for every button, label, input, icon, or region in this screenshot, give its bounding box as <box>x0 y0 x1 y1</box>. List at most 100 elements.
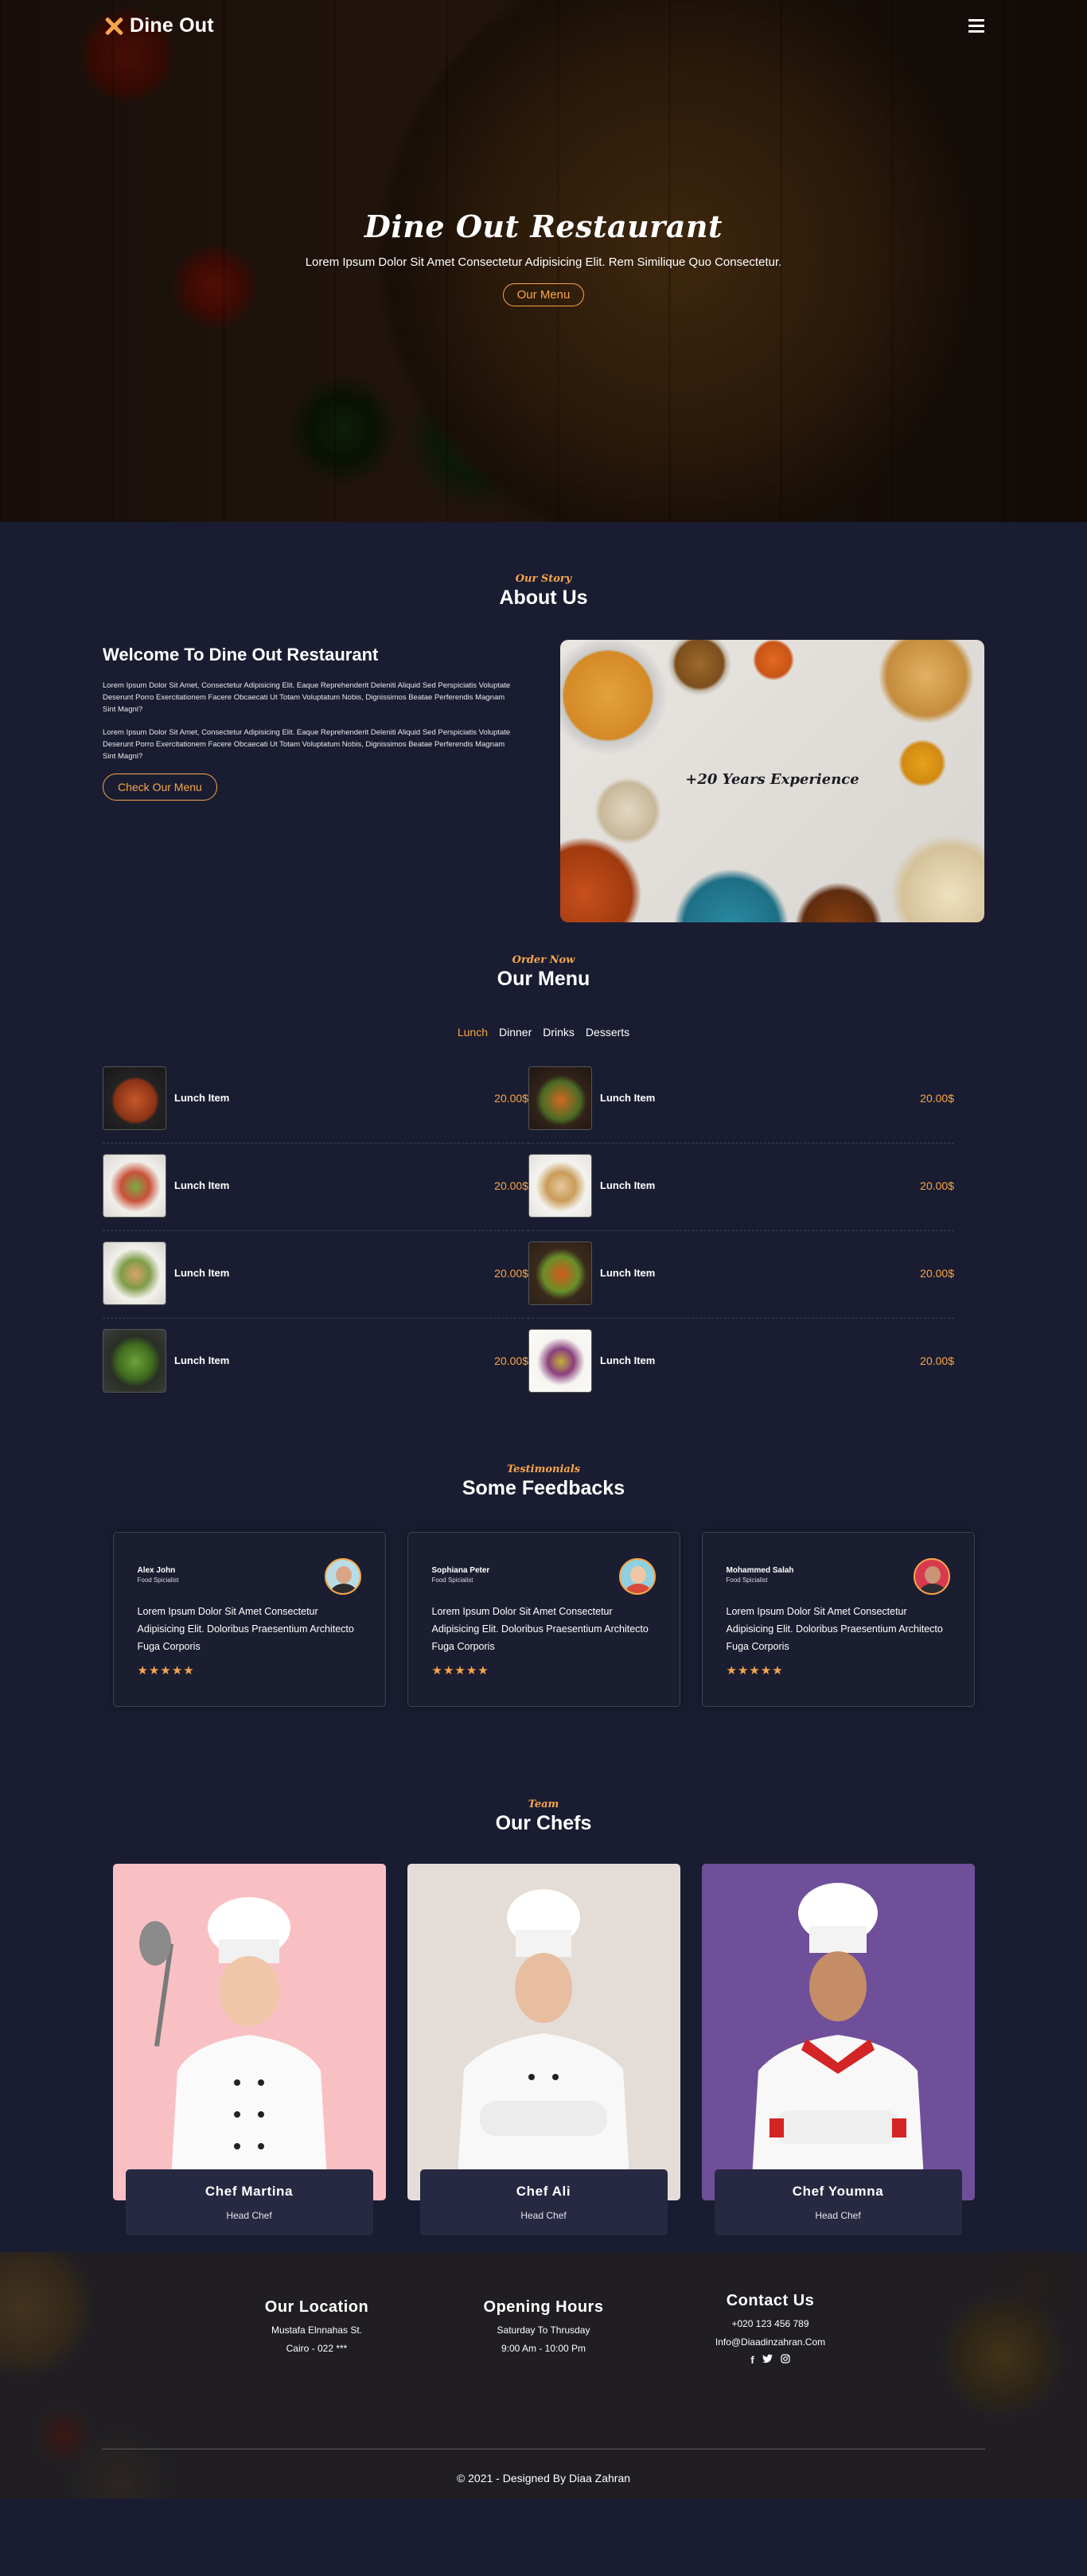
footer-hours: Opening Hours Saturday To Thrusday 9:00 … <box>440 2298 647 2366</box>
testimonial-card: Mohammed Salah Food Spicialist Lorem Ips… <box>701 1532 975 1707</box>
our-menu-button[interactable]: Our Menu <box>502 283 585 306</box>
contact-email[interactable]: Info@Diaadinzahran.Com <box>667 2336 874 2348</box>
chef-caption: Chef Ali Head Chef <box>419 2169 668 2235</box>
footer-contact: Contact Us +020 123 456 789 Info@Diaadin… <box>667 2292 874 2366</box>
contact-phone[interactable]: +020 123 456 789 <box>667 2318 874 2329</box>
avatar <box>913 1558 950 1595</box>
brand-logo[interactable]: Dine Out <box>103 14 214 37</box>
menu-item-name: Lunch Item <box>600 1179 656 1191</box>
section-kicker: Team <box>528 1799 559 1810</box>
twitter-icon[interactable] <box>762 2354 773 2366</box>
copyright: © 2021 - Designed By Diaa Zahran <box>456 2472 631 2484</box>
avatar <box>324 1558 361 1595</box>
hero-section: Dine Out Dine Out Restaurant Lorem Ipsum… <box>0 0 1087 522</box>
chef-card: Chef Youmna Head Chef <box>701 1864 975 2235</box>
chef-card: Chef Martina Head Chef <box>112 1864 386 2235</box>
chef-caption: Chef Martina Head Chef <box>125 2169 373 2235</box>
menu-item-name: Lunch Item <box>600 1354 656 1366</box>
facebook-icon[interactable]: f <box>750 2354 754 2366</box>
footer-heading: Opening Hours <box>483 2298 604 2316</box>
chef-photo <box>701 1864 975 2200</box>
star-rating: ★★★★★ <box>726 1664 784 1678</box>
check-menu-button[interactable]: Check Our Menu <box>103 774 217 801</box>
brand-name: Dine Out <box>130 14 214 37</box>
food-thumbnail <box>528 1329 592 1393</box>
about-heading: Welcome To Dine Out Restaurant <box>103 645 379 664</box>
food-thumbnail <box>103 1241 166 1305</box>
footer: Our Location Mustafa Elnnahas St. Cairo … <box>0 2252 1087 2499</box>
section-kicker: Our Story <box>515 573 572 585</box>
chef-photo <box>112 1864 386 2200</box>
menu-item[interactable]: Lunch Item 20.00$ <box>103 1328 528 1416</box>
section-kicker: Order Now <box>512 954 575 966</box>
menu-item[interactable]: Lunch Item 20.00$ <box>103 1153 528 1241</box>
menu-item-price: 20.00$ <box>920 1092 954 1105</box>
about-section: Our Story About Us Welcome To Dine Out R… <box>0 522 1087 954</box>
navbar: Dine Out <box>103 14 984 38</box>
menu-section: Order Now Our Menu Lunch Dinner Drinks D… <box>0 954 1087 1463</box>
utensils-icon <box>103 15 125 37</box>
testimonial-text: Lorem Ipsum Dolor Sit Amet Consectetur A… <box>137 1606 354 1652</box>
chef-name: Chef Ali <box>516 2184 571 2199</box>
testimonial-text: Lorem Ipsum Dolor Sit Amet Consectetur A… <box>431 1606 649 1652</box>
menu-item-price: 20.00$ <box>920 1267 954 1280</box>
menu-item[interactable]: Lunch Item 20.00$ <box>103 1066 528 1153</box>
menu-item[interactable]: Lunch Item 20.00$ <box>528 1153 954 1241</box>
menu-item[interactable]: Lunch Item 20.00$ <box>528 1328 954 1416</box>
menu-item[interactable]: Lunch Item 20.00$ <box>528 1241 954 1328</box>
menu-item-name: Lunch Item <box>174 1092 230 1104</box>
chef-photo <box>407 1864 680 2200</box>
menu-item-name: Lunch Item <box>174 1354 230 1366</box>
testimonial-card: Sophiana Peter Food Spicialist Lorem Ips… <box>407 1532 680 1707</box>
menu-tabs: Lunch Dinner Drinks Desserts <box>103 1026 984 1039</box>
menu-item[interactable]: Lunch Item 20.00$ <box>528 1066 954 1153</box>
instagram-icon[interactable] <box>781 2354 790 2366</box>
about-image: +20 Years Experience <box>560 640 984 922</box>
section-title: About Us <box>499 587 588 609</box>
footer-heading: Contact Us <box>726 2292 815 2309</box>
star-rating: ★★★★★ <box>137 1664 195 1678</box>
chef-role: Head Chef <box>226 2210 272 2221</box>
chefs-section: Team Our Chefs Chef Martina Head Chef Ch… <box>0 1799 1087 2252</box>
footer-location: Our Location Mustafa Elnnahas St. Cairo … <box>213 2298 420 2366</box>
chef-role: Head Chef <box>520 2210 567 2221</box>
chef-name: Chef Martina <box>205 2184 294 2199</box>
testimonial-card: Alex John Food Spicialist Lorem Ipsum Do… <box>112 1532 386 1707</box>
menu-item-price: 20.00$ <box>494 1354 528 1367</box>
chef-role: Head Chef <box>815 2210 861 2221</box>
menu-item-price: 20.00$ <box>920 1179 954 1192</box>
menu-item-name: Lunch Item <box>600 1092 656 1104</box>
menu-item-price: 20.00$ <box>920 1354 954 1367</box>
footer-heading: Our Location <box>264 2298 369 2316</box>
hours-time: 9:00 Am - 10:00 Pm <box>501 2343 586 2354</box>
menu-toggle-icon[interactable] <box>968 19 984 33</box>
address-line: Cairo - 022 *** <box>286 2343 348 2354</box>
food-thumbnail <box>103 1154 166 1218</box>
section-title: Our Chefs <box>495 1812 592 1834</box>
menu-item-name: Lunch Item <box>174 1267 230 1279</box>
about-paragraph: Lorem Ipsum Dolor Sit Amet, Consectetur … <box>103 728 511 761</box>
tab-lunch[interactable]: Lunch <box>458 1026 488 1039</box>
chef-name: Chef Youmna <box>792 2184 884 2199</box>
hours-days: Saturday To Thrusday <box>497 2325 590 2336</box>
hero-subtitle: Lorem Ipsum Dolor Sit Amet Consectetur A… <box>305 255 782 269</box>
hero-title: Dine Out Restaurant <box>364 208 723 244</box>
hero-content: Dine Out Restaurant Lorem Ipsum Dolor Si… <box>103 208 984 306</box>
menu-item[interactable]: Lunch Item 20.00$ <box>103 1241 528 1328</box>
about-paragraph: Lorem Ipsum Dolor Sit Amet, Consectetur … <box>103 681 511 714</box>
testimonial-text: Lorem Ipsum Dolor Sit Amet Consectetur A… <box>726 1606 943 1652</box>
section-kicker: Testimonials <box>506 1463 581 1475</box>
testimonials-section: Testimonials Some Feedbacks Alex John Fo… <box>0 1463 1087 1799</box>
menu-item-price: 20.00$ <box>494 1267 528 1280</box>
food-thumbnail <box>103 1329 166 1393</box>
tab-drinks[interactable]: Drinks <box>543 1026 575 1039</box>
experience-caption: +20 Years Experience <box>685 771 859 788</box>
food-thumbnail <box>528 1154 592 1218</box>
star-rating: ★★★★★ <box>431 1664 489 1678</box>
tab-desserts[interactable]: Desserts <box>586 1026 629 1039</box>
chef-card: Chef Ali Head Chef <box>407 1864 680 2235</box>
menu-item-name: Lunch Item <box>600 1267 656 1279</box>
section-title: Our Menu <box>497 968 590 990</box>
tab-dinner[interactable]: Dinner <box>499 1026 532 1039</box>
food-thumbnail <box>528 1066 592 1130</box>
